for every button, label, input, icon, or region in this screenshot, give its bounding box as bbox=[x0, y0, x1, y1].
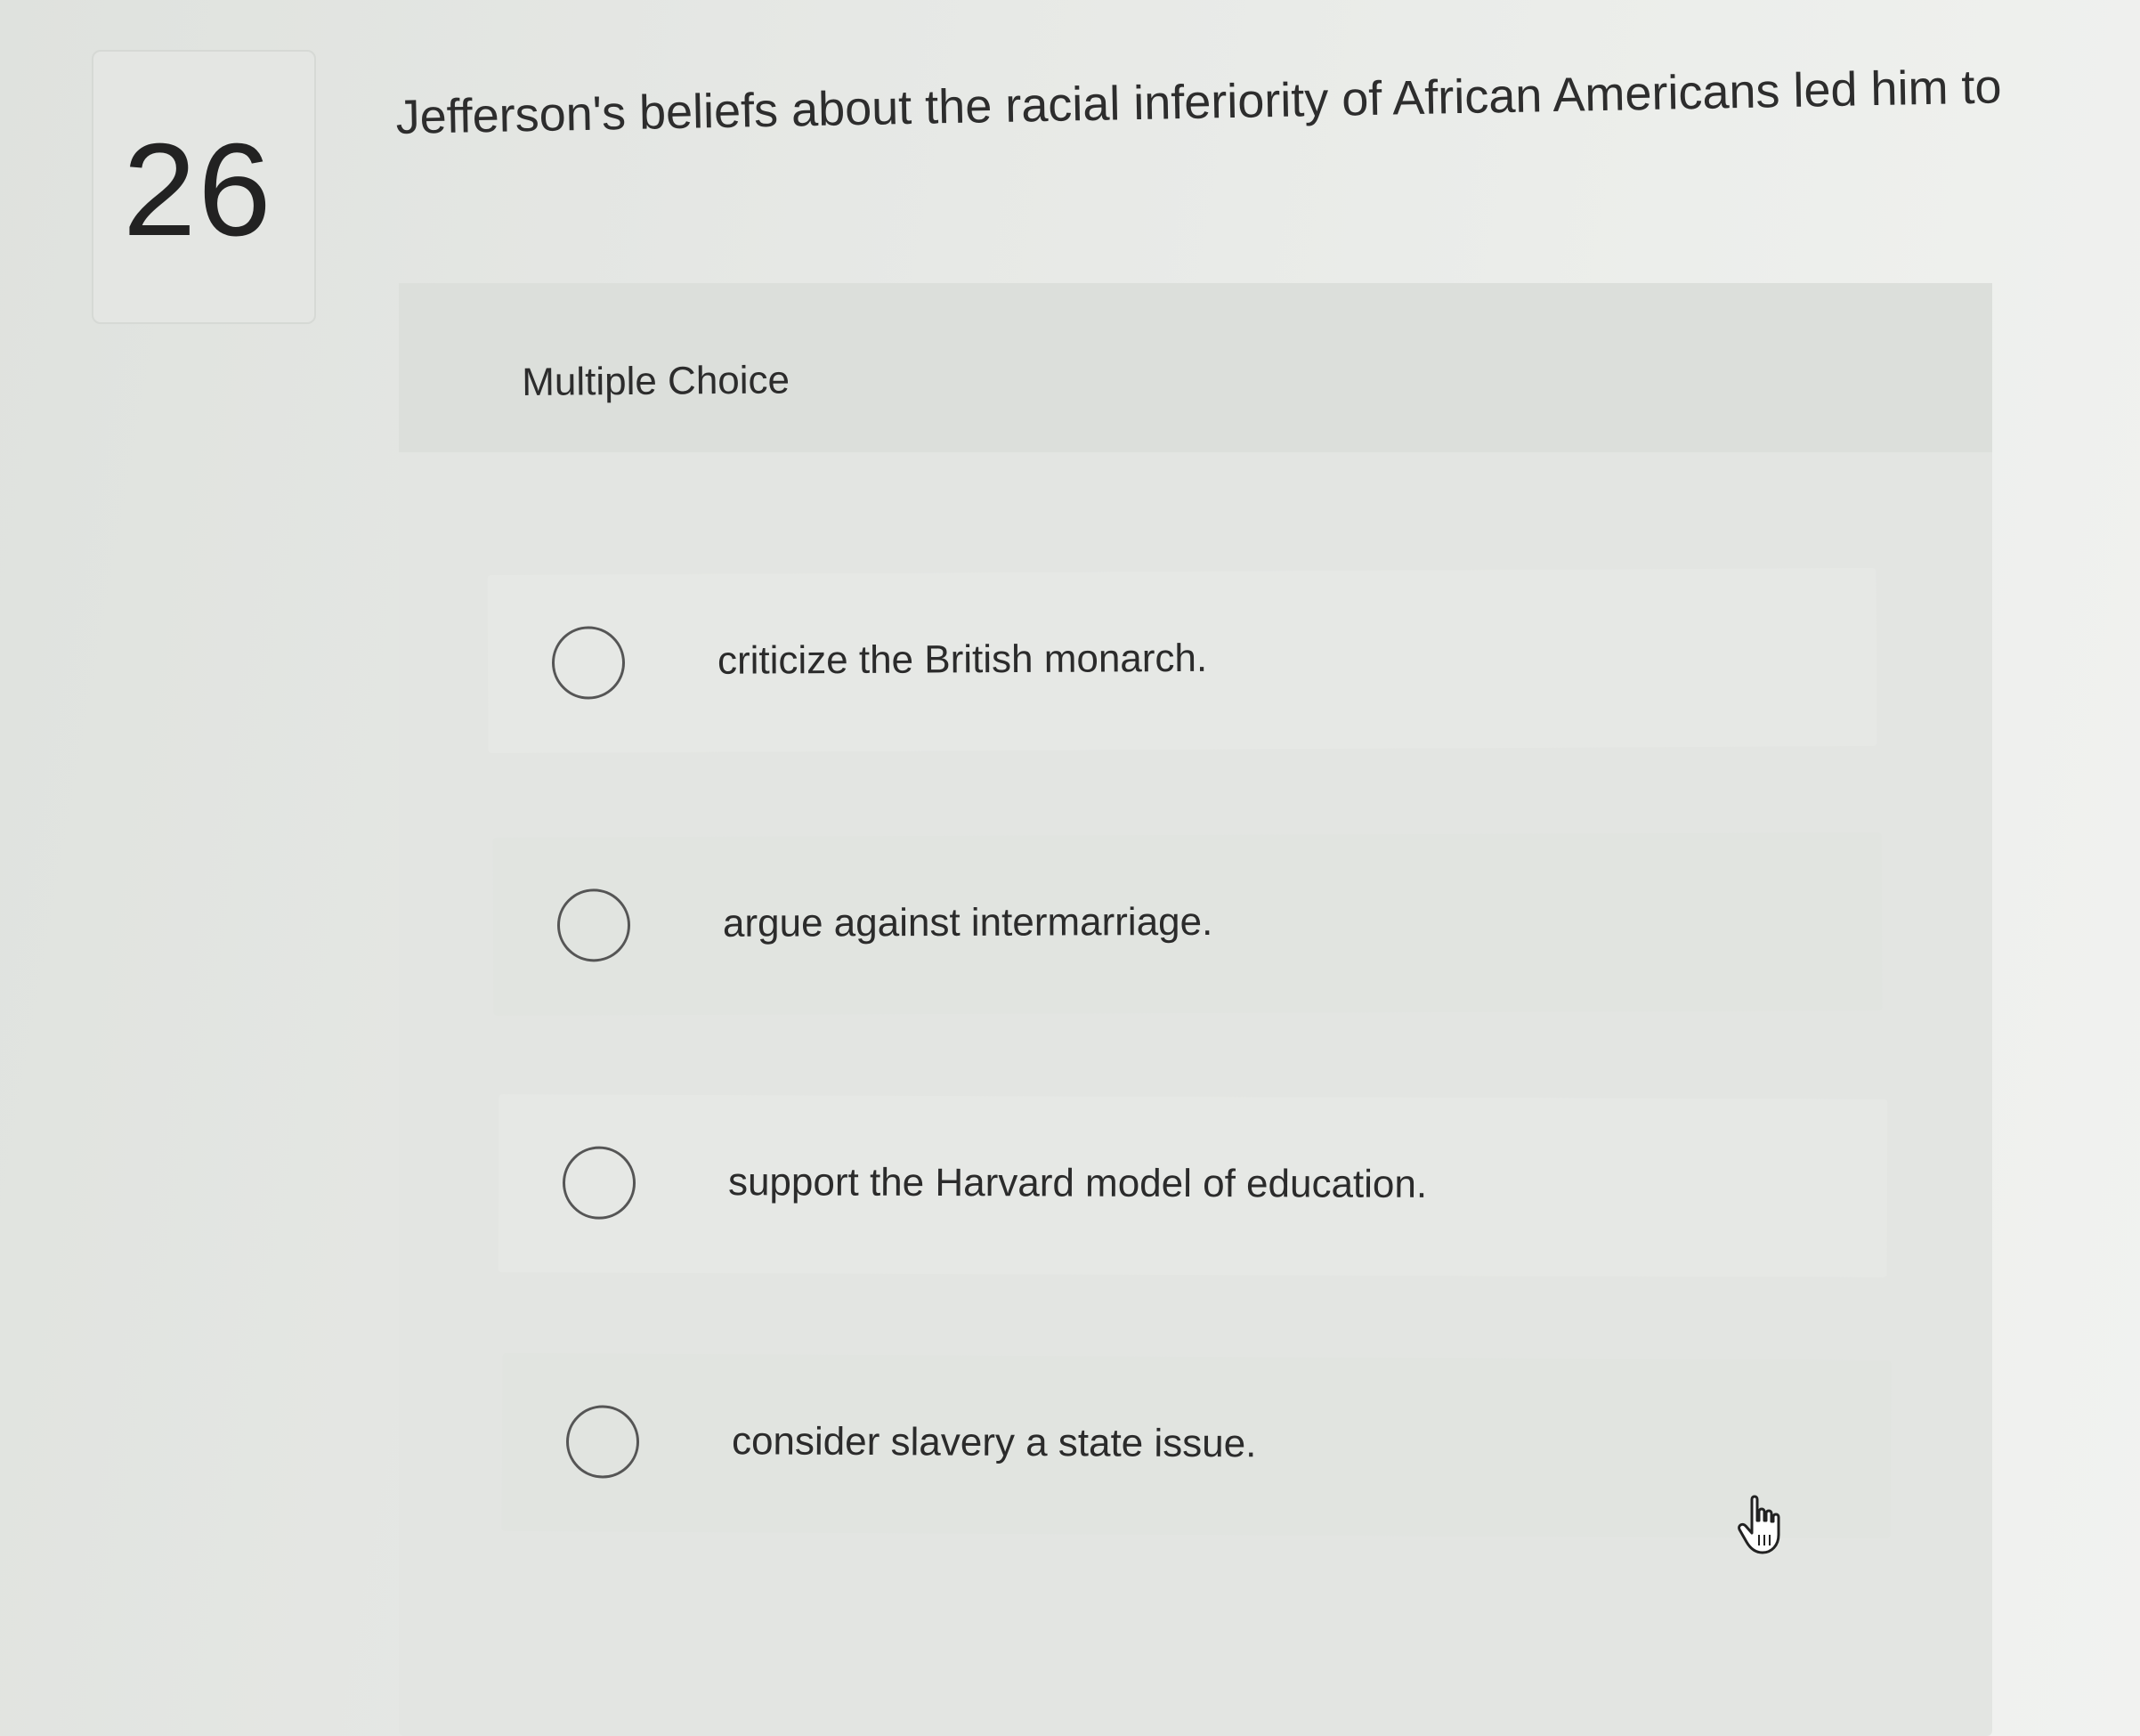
radio-button[interactable] bbox=[556, 888, 631, 962]
answer-option-label[interactable]: consider slavery a state issue. bbox=[732, 1418, 1257, 1467]
answer-option-d[interactable]: consider slavery a state issue. bbox=[501, 1352, 1892, 1539]
question-type-label: Multiple Choice bbox=[522, 358, 790, 404]
hand-pointer-icon bbox=[1738, 1495, 1780, 1554]
question-prompt: Jefferson's beliefs about the racial inf… bbox=[395, 60, 2003, 144]
answer-option-a[interactable]: criticize the British monarch. bbox=[487, 567, 1877, 754]
answer-option-b[interactable]: argue against intermarriage. bbox=[492, 832, 1883, 1016]
quiz-page: 26 Jefferson's beliefs about the racial … bbox=[0, 0, 2140, 1736]
answer-option-label[interactable]: criticize the British monarch. bbox=[717, 636, 1207, 685]
radio-button[interactable] bbox=[551, 626, 626, 700]
answer-option-c[interactable]: support the Harvard model of education. bbox=[498, 1094, 1888, 1278]
radio-button[interactable] bbox=[565, 1405, 640, 1479]
radio-button[interactable] bbox=[562, 1146, 636, 1220]
answer-option-label[interactable]: argue against intermarriage. bbox=[723, 899, 1212, 947]
question-number: 26 bbox=[123, 117, 273, 264]
answer-option-label[interactable]: support the Harvard model of education. bbox=[728, 1159, 1427, 1208]
